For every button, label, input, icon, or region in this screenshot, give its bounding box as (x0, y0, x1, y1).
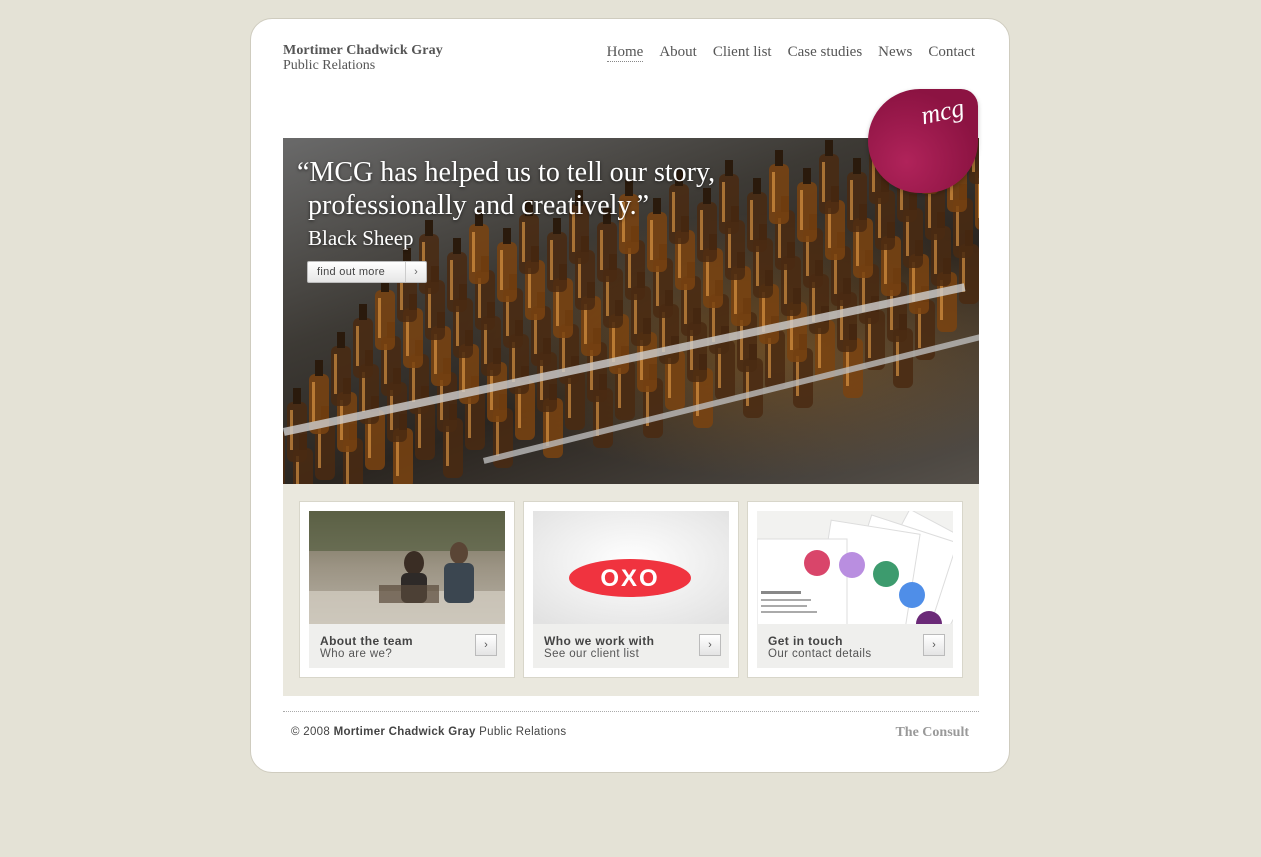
panel-get-in-touch[interactable]: Get in touch Our contact details › (747, 501, 963, 678)
panel-caption: Get in touch Our contact details › (757, 624, 953, 668)
chevron-right-icon[interactable]: › (923, 634, 945, 656)
copyright-suffix: Public Relations (479, 726, 567, 738)
chevron-right-icon: › (405, 262, 426, 282)
copyright-company: Mortimer Chadwick Gray (333, 726, 476, 738)
footer-divider (283, 711, 979, 712)
panel-caption: Who we work with See our client list › (533, 624, 729, 668)
mcg-logo-badge: mcg (868, 89, 978, 193)
oxo-client-image: OXO (533, 511, 729, 624)
nav-news[interactable]: News (878, 43, 912, 62)
panel-title: Who we work with (544, 634, 655, 648)
brand-logo[interactable]: Mortimer Chadwick Gray Public Relations (283, 43, 443, 73)
hero-quote-line-1: “MCG has helped us to tell our story, (297, 157, 716, 188)
panel-who-we-work-with[interactable]: OXO Who we work with See our client list… (523, 501, 739, 678)
hero-quote: “MCG has helped us to tell our story, pr… (297, 156, 715, 222)
oxo-logo-text: OXO (600, 565, 659, 592)
nav-client-list[interactable]: Client list (713, 43, 772, 62)
team-photo (309, 511, 505, 624)
business-cards-image (757, 511, 953, 624)
brand-name: Mortimer Chadwick Gray (283, 43, 443, 58)
nav-about[interactable]: About (659, 43, 697, 62)
panel-subtitle: See our client list (544, 648, 640, 660)
nav-contact[interactable]: Contact (928, 43, 975, 62)
feature-panels: About the team Who are we? › OXO Who we … (283, 484, 979, 696)
brand-subtitle: Public Relations (283, 58, 376, 73)
page-container: Mortimer Chadwick Gray Public Relations … (250, 18, 1010, 773)
footer-copyright: © 2008 Mortimer Chadwick Gray Public Rel… (291, 726, 566, 738)
main-nav: Home About Client list Case studies News… (606, 43, 975, 62)
nav-home[interactable]: Home (606, 43, 644, 62)
hero-quote-source: Black Sheep (308, 226, 414, 250)
panel-subtitle: Who are we? (320, 648, 393, 660)
panel-subtitle: Our contact details (768, 648, 872, 660)
panel-about-team[interactable]: About the team Who are we? › (299, 501, 515, 678)
hero-banner: “MCG has helped us to tell our story, pr… (283, 138, 979, 484)
chevron-right-icon[interactable]: › (699, 634, 721, 656)
find-out-more-button[interactable]: find out more › (307, 261, 427, 283)
mcg-logo-text: mcg (918, 92, 967, 131)
hero-quote-line-2: professionally and creatively.” (308, 190, 650, 221)
the-consult-credit-link[interactable]: The Consult (895, 725, 969, 741)
copyright-prefix: © 2008 (291, 726, 331, 738)
chevron-right-icon[interactable]: › (475, 634, 497, 656)
find-out-more-label: find out more (317, 266, 386, 278)
nav-case-studies[interactable]: Case studies (788, 43, 863, 62)
panel-title: Get in touch (768, 634, 843, 648)
panel-title: About the team (320, 634, 413, 648)
panel-caption: About the team Who are we? › (309, 624, 505, 668)
